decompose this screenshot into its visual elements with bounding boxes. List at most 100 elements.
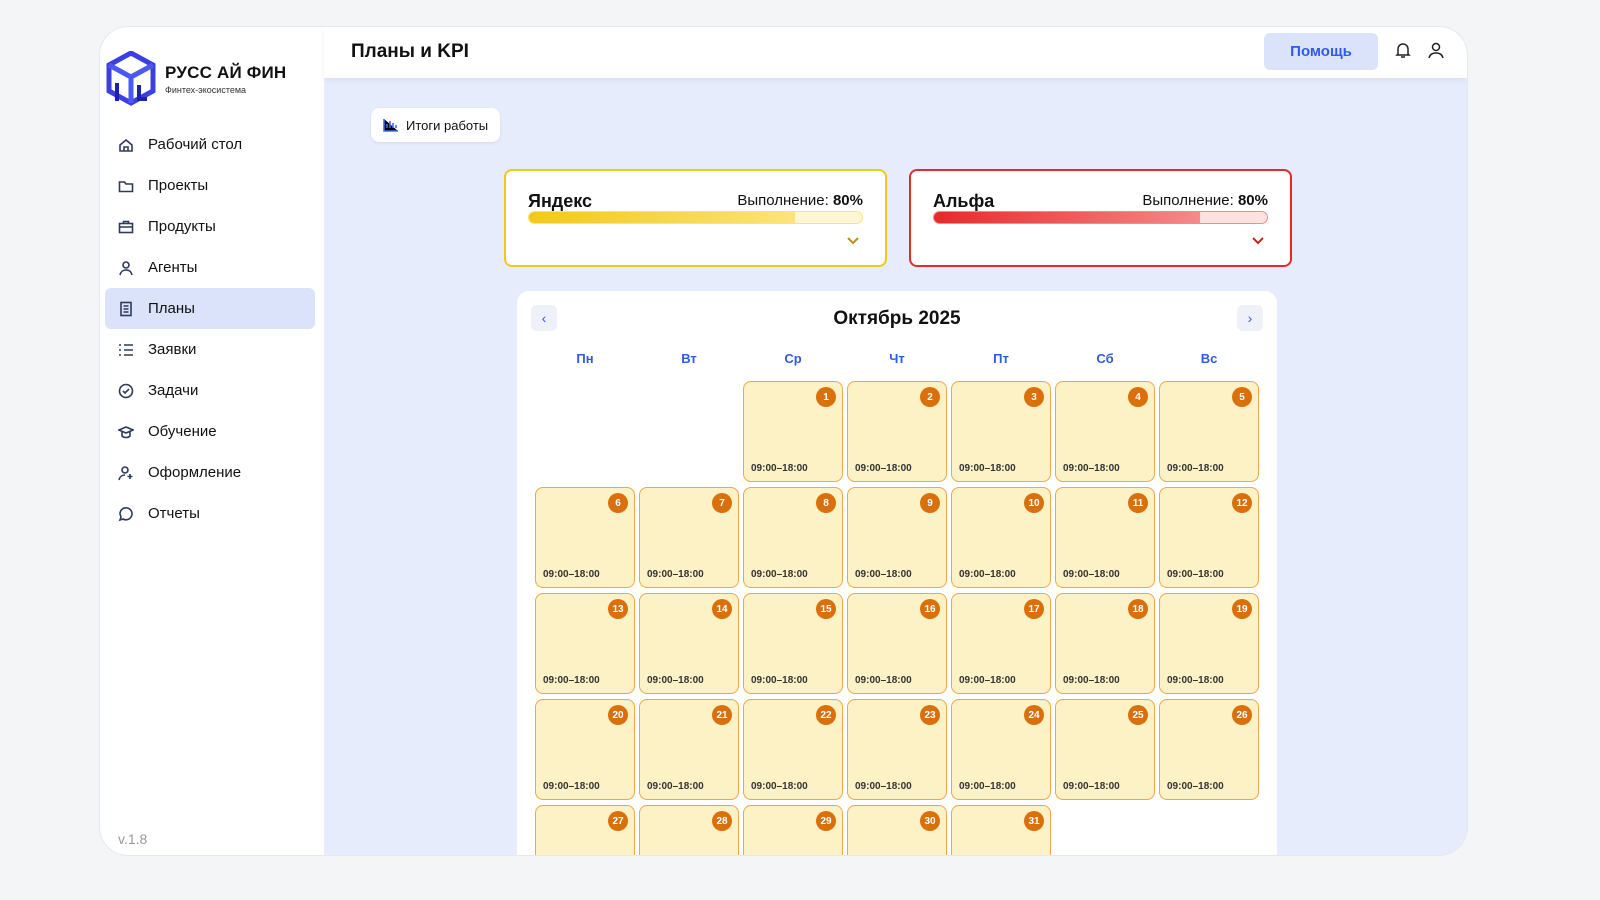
brand-subtitle: Финтех-экосистема [165,85,247,95]
calendar-day[interactable]: 1 09:00–18:00 [743,381,843,482]
calendar-day[interactable]: 3 09:00–18:00 [951,381,1051,482]
calendar-day[interactable]: 18 09:00–18:00 [1055,593,1155,694]
weekday-label: Пн [576,351,594,366]
calendar-day[interactable]: 5 09:00–18:00 [1159,381,1259,482]
app-window: РУСС АЙ ФИН Финтех-экосистема Рабочий ст… [100,27,1467,855]
work-hours: 09:00–18:00 [1063,675,1120,686]
calendar-day[interactable]: 9 09:00–18:00 [847,487,947,588]
sidebar-item-5[interactable]: Заявки [105,329,315,370]
day-number-badge: 11 [1128,493,1148,513]
sidebar-item-2[interactable]: Продукты [105,206,315,247]
work-hours: 09:00–18:00 [1167,463,1224,474]
day-number-badge: 20 [608,705,628,725]
calendar-day[interactable]: 23 09:00–18:00 [847,699,947,800]
calendar-day[interactable]: 11 09:00–18:00 [1055,487,1155,588]
calendar-day[interactable]: 22 09:00–18:00 [743,699,843,800]
kpi-perf-label: Выполнение: [737,192,829,209]
sidebar-item-6[interactable]: Задачи [105,370,315,411]
kpi-perf-value: 80% [832,192,863,209]
work-hours: 09:00–18:00 [647,781,704,792]
calendar-day[interactable]: 6 09:00–18:00 [535,487,635,588]
user-profile-icon[interactable] [1427,41,1445,59]
kpi-name: Яндекс [528,191,593,211]
brand-logo[interactable]: РУСС АЙ ФИН Финтех-экосистема [105,51,286,107]
day-number-badge: 19 [1232,599,1252,619]
work-hours: 09:00–18:00 [855,463,912,474]
sidebar-item-8[interactable]: Оформление [105,452,315,493]
calendar-day[interactable]: 15 09:00–18:00 [743,593,843,694]
work-hours: 09:00–18:00 [1063,781,1120,792]
calendar-day[interactable]: 29 [743,805,843,855]
calendar-day[interactable]: 10 09:00–18:00 [951,487,1051,588]
sidebar: РУСС АЙ ФИН Финтех-экосистема Рабочий ст… [100,27,324,855]
calendar-day[interactable]: 12 09:00–18:00 [1159,487,1259,588]
chevron-down-icon[interactable] [847,237,859,245]
calendar-day[interactable]: 4 09:00–18:00 [1055,381,1155,482]
calendar-day[interactable]: 14 09:00–18:00 [639,593,739,694]
chevron-down-icon[interactable] [1252,237,1264,245]
document-icon [120,301,132,316]
calendar-day[interactable]: 16 09:00–18:00 [847,593,947,694]
sidebar-item-label: Продукты [148,218,216,235]
work-hours: 09:00–18:00 [959,781,1016,792]
calendar-day[interactable]: 25 09:00–18:00 [1055,699,1155,800]
day-number-badge: 26 [1232,705,1252,725]
calendar-day[interactable]: 7 09:00–18:00 [639,487,739,588]
kpi-progress-bar [933,211,1268,224]
day-number-badge: 7 [712,493,732,513]
work-hours: 09:00–18:00 [1167,569,1224,580]
work-hours: 09:00–18:00 [543,675,600,686]
weekday-label: Чт [889,351,905,366]
calendar-day[interactable]: 2 09:00–18:00 [847,381,947,482]
work-hours: 09:00–18:00 [1167,675,1224,686]
sidebar-item-7[interactable]: Обучение [105,411,315,452]
sidebar-item-3[interactable]: Агенты [105,247,315,288]
calendar-day[interactable]: 31 [951,805,1051,855]
folder-icon [118,180,134,192]
day-number-badge: 31 [1024,811,1044,831]
calendar-day[interactable]: 20 09:00–18:00 [535,699,635,800]
work-hours: 09:00–18:00 [751,463,808,474]
work-hours: 09:00–18:00 [959,463,1016,474]
calendar-day[interactable]: 17 09:00–18:00 [951,593,1051,694]
kpi-card[interactable]: Альфа Выполнение: 80% [909,169,1292,267]
sidebar-item-label: Оформление [148,464,242,481]
calendar-day[interactable]: 30 [847,805,947,855]
sidebar-item-4[interactable]: Планы [105,288,315,329]
app-version: v.1.8 [118,831,148,847]
work-hours: 09:00–18:00 [751,569,808,580]
calendar-day[interactable]: 28 [639,805,739,855]
kpi-card[interactable]: Яндекс Выполнение: 80% [504,169,887,267]
calendar-day[interactable]: 27 [535,805,635,855]
work-hours: 09:00–18:00 [751,675,808,686]
page-title: Планы и KPI [351,41,469,62]
calendar-day[interactable]: 8 09:00–18:00 [743,487,843,588]
calendar-day[interactable]: 26 09:00–18:00 [1159,699,1259,800]
work-summary-button[interactable]: Итоги работы [371,108,501,142]
sidebar-nav: Рабочий стол Проекты Продукты Агенты Планы За… [105,124,315,534]
calendar-day[interactable]: 24 09:00–18:00 [951,699,1051,800]
day-number-badge: 16 [920,599,940,619]
sidebar-item-9[interactable]: Отчеты [105,493,315,534]
sidebar-item-label: Проекты [148,177,209,194]
kpi-name: Альфа [933,191,995,211]
logo-icon [106,51,156,106]
bell-icon[interactable] [1394,41,1412,59]
kpi-progress-fill [529,212,796,223]
calendar: ‹ Октябрь 2025 › Пн Вт Ср Чт Пт Сб Вс 1 09:00–18… [517,291,1277,855]
next-month-button[interactable]: › [1237,305,1263,331]
user-icon [119,260,133,275]
work-hours: 09:00–18:00 [855,781,912,792]
help-button[interactable]: Помощь [1264,33,1378,70]
sidebar-item-0[interactable]: Рабочий стол [105,124,315,165]
calendar-day[interactable]: 21 09:00–18:00 [639,699,739,800]
weekday-label: Вс [1200,351,1218,366]
day-number-badge: 17 [1024,599,1044,619]
work-hours: 09:00–18:00 [855,675,912,686]
day-number-badge: 1 [816,387,836,407]
calendar-day[interactable]: 19 09:00–18:00 [1159,593,1259,694]
sidebar-item-label: Рабочий стол [148,136,243,153]
day-number-badge: 22 [816,705,836,725]
sidebar-item-1[interactable]: Проекты [105,165,315,206]
calendar-day[interactable]: 13 09:00–18:00 [535,593,635,694]
